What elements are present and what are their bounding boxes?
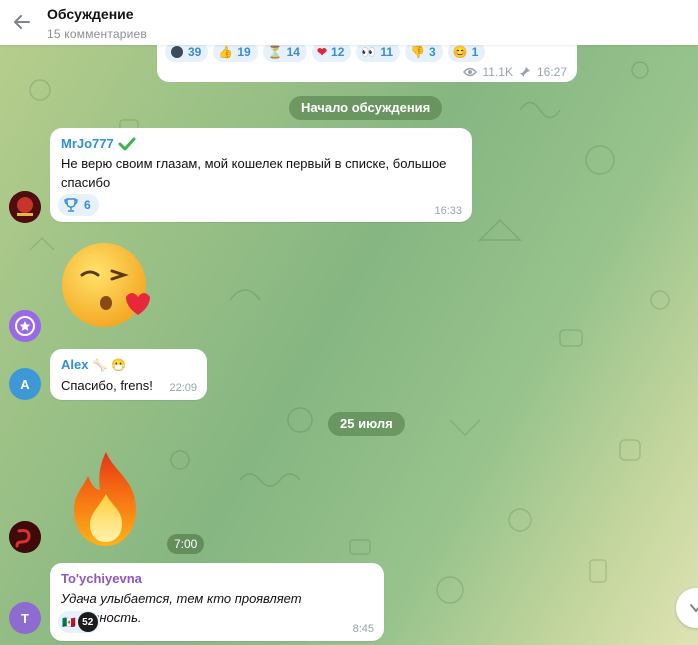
message-time: 8:45 [352,623,374,635]
avatar[interactable]: A [9,368,41,400]
message-text: Удача улыбается, тем кто проявляет актив… [61,591,302,625]
comment-count: 15 комментариев [47,27,148,41]
avatar-logo-icon [9,191,41,223]
message-time: 22:09 [169,382,197,394]
arrow-left-icon [14,15,30,29]
eyes-emoji-icon: 👀 [361,45,377,59]
heart-emoji-icon: ❤ [316,45,328,59]
fire-sticker[interactable] [66,450,146,550]
message-bubble[interactable]: MrJo777 Не верю своим глазам, мой кошеле… [50,128,472,222]
chevron-down-icon [690,604,698,612]
message-text: Не верю своим глазам, мой кошелек первый… [61,156,447,190]
message-author[interactable]: MrJo777 [61,136,136,151]
message-time: 16:33 [434,205,462,217]
discussion-start-label: Начало обсуждения [289,96,443,120]
message-author[interactable]: Alex 🦴 😷 [61,357,126,372]
avatar[interactable]: T [9,602,41,634]
thumbs-up-emoji-icon: 👍 [218,45,234,59]
reaction-chip[interactable]: 👎 3 [405,42,443,62]
page-title: Обсуждение [47,6,134,22]
date-separator: 25 июля [328,412,405,436]
chat-header: Обсуждение 15 комментариев [0,0,698,45]
reaction-chip[interactable]: ❤ 12 [311,42,352,62]
message-bubble[interactable]: Alex 🦴 😷 Спасибо, frens! 22:09 [50,349,207,400]
thumbs-down-emoji-icon: 👎 [410,45,425,59]
message-author[interactable]: To'ychiyevna [61,571,142,586]
kiss-face-sticker[interactable] [60,241,154,329]
eye-icon [462,67,477,77]
hourglass-emoji-icon: ⏳ [267,45,283,59]
reaction-chip[interactable]: 👀 11 [356,42,401,62]
reaction-chip[interactable]: 39 [165,42,209,62]
message-bubble[interactable]: To'ychiyevna Удача улыбается, тем кто пр… [50,563,384,641]
reaction-chip[interactable]: 😊 1 [447,42,486,62]
avatar[interactable] [9,310,41,342]
avatar[interactable] [9,521,41,553]
message-text: Спасибо, frens! [61,378,153,393]
sticker-time: 7:00 [167,534,205,554]
trophy-icon [64,198,78,212]
post-meta: 11.1K 16:27 [462,65,567,79]
snake-avatar-icon [9,521,41,553]
reaction-chip[interactable]: 🇲🇽 52 [58,611,100,633]
post-reactions: 39 👍 19 ⏳ 14 ❤ 12 👀 11 👎 3 😊 1 [165,42,486,62]
reaction-chip[interactable]: ⏳ 14 [262,42,307,62]
star-avatar-icon [9,310,41,342]
skull-icon: 😷 [111,357,127,372]
flag-emoji-icon: 🇲🇽 [62,616,76,629]
post-time: 16:27 [536,65,567,79]
verified-check-icon [118,137,136,150]
reaction-chip[interactable]: 6 [58,194,99,216]
pin-icon [519,67,530,77]
avatar[interactable] [9,191,41,223]
reaction-count-badge: 52 [77,612,98,632]
baby-face-emoji-icon: 😊 [452,45,468,59]
back-button[interactable] [8,8,36,36]
bone-icon: 🦴 [92,357,108,372]
dark-face-emoji-icon [171,46,183,58]
view-count: 11.1K [482,65,513,79]
reaction-chip[interactable]: 👍 19 [213,42,258,62]
